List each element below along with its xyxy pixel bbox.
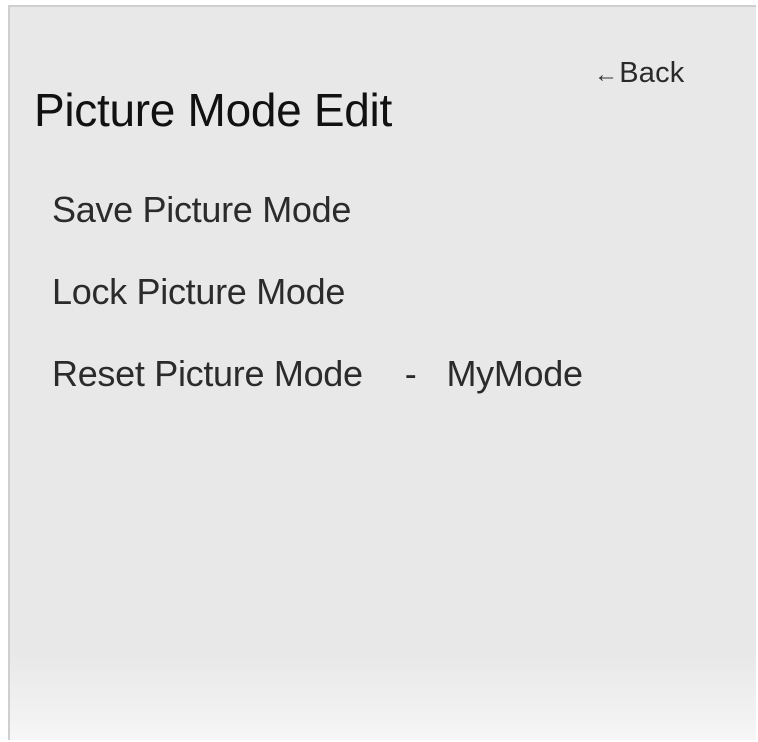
page-title: Picture Mode Edit: [34, 84, 392, 136]
back-button[interactable]: ← Back: [594, 57, 684, 90]
menu-item-separator: -: [404, 353, 417, 394]
back-arrow-icon: ←: [594, 60, 619, 88]
menu-item-label: Lock Picture Mode: [52, 271, 346, 312]
picture-mode-menu: Save Picture Mode Lock Picture Mode Rese…: [52, 189, 583, 435]
menu-item-save-picture-mode[interactable]: Save Picture Mode: [52, 189, 583, 271]
menu-item-lock-picture-mode[interactable]: Lock Picture Mode: [52, 271, 583, 353]
menu-item-value: MyMode: [446, 353, 583, 394]
menu-item-reset-picture-mode[interactable]: Reset Picture Mode - MyMode: [52, 353, 583, 435]
menu-item-label: Save Picture Mode: [52, 189, 352, 230]
menu-item-label: Reset Picture Mode: [52, 353, 363, 394]
picture-mode-edit-panel: ← Back Picture Mode Edit Save Picture Mo…: [8, 5, 756, 740]
back-label: Back: [619, 57, 685, 89]
